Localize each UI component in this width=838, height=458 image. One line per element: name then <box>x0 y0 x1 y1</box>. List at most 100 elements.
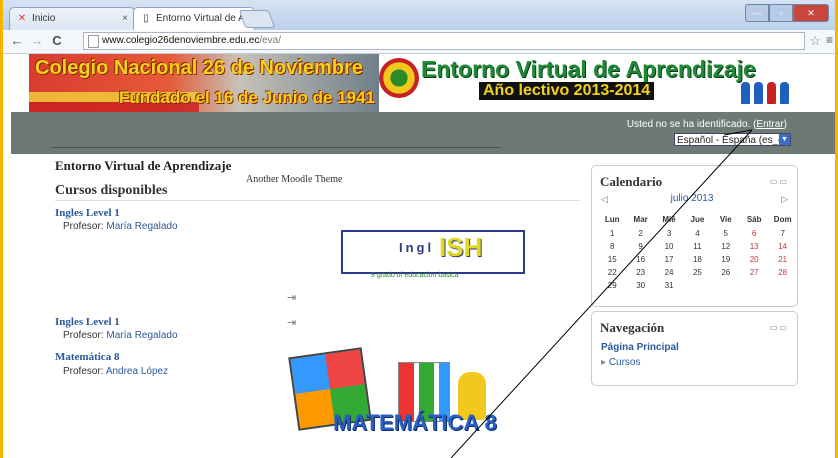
course-teacher: Profesor: María Regalado <box>63 221 178 232</box>
calendar-day: 14 <box>778 242 788 251</box>
back-icon[interactable]: ← <box>9 33 25 49</box>
course-image-english[interactable]: Ingl ISH 9 grado of educacion basica <box>341 230 525 279</box>
calendar-day: 2 <box>638 229 643 238</box>
calendar-day: 30 <box>636 281 646 290</box>
block-title: Navegación <box>600 320 665 335</box>
calendar-day: 6 <box>751 229 757 238</box>
url-host: www.colegio26denoviembre.edu.ec <box>102 35 260 46</box>
site-name: Entorno Virtual de Aprendizaje <box>55 158 232 173</box>
login-bar: Usted no se ha identificado. (Entrar) Es… <box>11 112 835 154</box>
url-path: /eva/ <box>259 35 282 46</box>
tab-entorno[interactable]: ▯ Entorno Virtual de Aprend × <box>133 7 255 30</box>
minimize-icon[interactable]: — <box>745 4 769 22</box>
navigation-block: Navegación ▭▭ Página Principal ▸ Cursos <box>591 311 798 386</box>
block-controls-icon[interactable]: ▭▭ <box>770 323 789 332</box>
calendar-day: 12 <box>721 242 731 251</box>
calendar-day: 11 <box>693 242 702 251</box>
close-tab-icon[interactable]: × <box>122 8 128 29</box>
school-year: Año lectivo 2013-2014 <box>479 82 655 100</box>
calendar-day: 20 <box>749 255 759 264</box>
enrol-icon[interactable]: ⇥ <box>287 316 296 329</box>
block-controls-icon[interactable]: ▭▭ <box>770 177 789 186</box>
next-month-icon[interactable]: ▷ <box>781 194 788 205</box>
maximize-icon[interactable]: ▫ <box>769 4 793 22</box>
new-tab-button[interactable] <box>238 10 276 28</box>
divider <box>51 147 501 148</box>
calendar-day: 21 <box>778 255 788 264</box>
weekday: Sáb <box>746 215 762 224</box>
login-link[interactable]: Entrar <box>756 119 783 130</box>
language-value: Español - España (es_es) <box>677 135 791 146</box>
calendar-day: 10 <box>664 242 674 251</box>
window-controls: — ▫ ✕ <box>745 4 829 22</box>
calendar-day: 13 <box>749 242 759 251</box>
teacher-link[interactable]: Andrea López <box>106 366 168 377</box>
browser-toolbar: ← → C www.colegio26denoviembre.edu.ec/ev… <box>3 30 835 54</box>
triangle-right-icon: ▸ <box>601 357 607 368</box>
weekday: Lun <box>604 215 620 224</box>
menu-icon[interactable]: ≡ <box>826 33 833 47</box>
weekday: Vie <box>719 215 732 224</box>
close-window-icon[interactable]: ✕ <box>793 4 829 22</box>
page-icon <box>88 35 99 48</box>
nav-courses-item[interactable]: ▸ Cursos <box>601 357 641 368</box>
calendar-day: 22 <box>607 268 617 277</box>
tab-bar: ✕ Inicio × ▯ Entorno Virtual de Aprend ×… <box>3 0 835 30</box>
calendar-day: 15 <box>607 255 617 264</box>
tab-label: Inicio <box>32 13 56 24</box>
calendar-day <box>768 279 797 292</box>
calendar-day: 18 <box>692 255 702 264</box>
calendar-day: 1 <box>609 229 615 238</box>
prev-month-icon[interactable]: ◁ <box>601 194 608 205</box>
school-seal-icon <box>379 58 419 98</box>
school-name: Colegio Nacional 26 de Noviembre <box>35 57 363 79</box>
weekday: Mié <box>662 215 676 224</box>
login-info: Usted no se ha identificado. (Entrar) <box>626 119 787 130</box>
nav-courses-label: Cursos <box>608 357 641 368</box>
calendar-day: 23 <box>636 268 646 277</box>
calendar-day <box>740 279 768 292</box>
image-text: MATEMÁTICA 8 <box>333 410 497 435</box>
teacher-link[interactable]: María Regalado <box>106 221 177 232</box>
calendar-day: 27 <box>749 268 759 277</box>
calendar-day: 29 <box>607 281 617 290</box>
course-link[interactable]: Ingles Level 1 <box>55 316 120 328</box>
nav-home-link[interactable]: Página Principal <box>601 342 679 353</box>
browser-window: ✕ Inicio × ▯ Entorno Virtual de Aprend ×… <box>3 0 835 458</box>
calendar-day: 17 <box>664 255 674 264</box>
calendar-day: 25 <box>692 268 702 277</box>
enrol-icon[interactable]: ⇥ <box>287 291 296 304</box>
login-status: Usted no se ha identificado. <box>626 119 751 130</box>
school-founded: Fundado el 16 de Junio de 1941 <box>119 88 376 107</box>
reload-icon[interactable]: C <box>49 33 65 49</box>
course-image-math[interactable]: MATEMÁTICA 8 <box>288 347 513 452</box>
course-teacher: Profesor: Andrea López <box>63 366 168 377</box>
calendar-day <box>712 279 740 292</box>
site-banner: Colegio Nacional 26 de Noviembre Fundado… <box>11 54 835 112</box>
calendar-grid: Lun Mar Mié Jue Vie Sáb Dom 1 2 3 4 5 6 … <box>598 212 797 292</box>
weekday: Dom <box>773 215 792 224</box>
tab-inicio[interactable]: ✕ Inicio × <box>9 7 135 30</box>
course-link[interactable]: Ingles Level 1 <box>55 207 120 219</box>
calendar-block: Calendario ▭▭ ◁ julio 2013 ▷ Lun Mar Mié… <box>591 165 798 307</box>
weekday: Mar <box>633 215 648 224</box>
teacher-label: Profesor: <box>63 366 104 377</box>
people-icon <box>741 82 801 106</box>
calendar-day: 9 <box>638 242 643 251</box>
image-subtitle: 9 grado of educacion basica <box>371 272 459 279</box>
course-link[interactable]: Matemática 8 <box>55 351 119 363</box>
calendar-month[interactable]: julio 2013 <box>662 193 722 204</box>
image-text: ISH <box>439 232 483 262</box>
teacher-link[interactable]: María Regalado <box>106 330 177 341</box>
divider <box>55 200 580 201</box>
course-teacher: Profesor: María Regalado <box>63 330 178 341</box>
forward-icon[interactable]: → <box>29 33 45 49</box>
address-bar[interactable]: www.colegio26denoviembre.edu.ec/eva/ <box>83 32 805 50</box>
block-title: Calendario <box>600 174 663 189</box>
chevron-down-icon[interactable]: ▼ <box>779 134 790 145</box>
bookmark-star-icon[interactable]: ☆ <box>809 33 821 49</box>
image-text: Ingl <box>399 240 435 255</box>
language-select[interactable]: Español - España (es_es) ▼ <box>674 133 791 146</box>
theme-name: Another Moodle Theme <box>246 174 343 185</box>
calendar-day: 19 <box>721 255 731 264</box>
